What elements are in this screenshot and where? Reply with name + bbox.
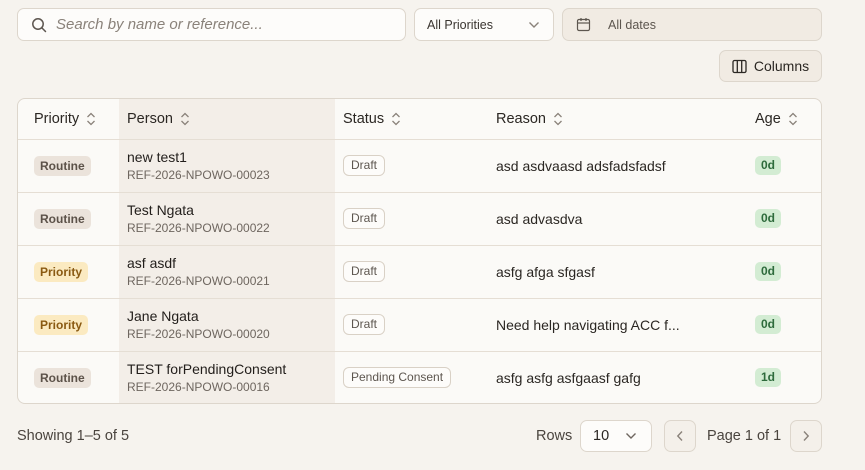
table-row[interactable]: Routine new test1 REF-2026-NPOWO-00023 Dr… — [18, 139, 821, 193]
age-badge: 1d — [755, 368, 782, 388]
person-cell: Test Ngata REF-2026-NPOWO-00022 — [119, 192, 335, 246]
filter-bar: All Priorities All dates — [17, 8, 822, 42]
calendar-icon — [576, 18, 591, 32]
person-cell: new test1 REF-2026-NPOWO-00023 — [119, 139, 335, 193]
age-badge: 0d — [755, 262, 782, 281]
header-status[interactable]: Status — [335, 99, 488, 140]
age-cell: 1d — [741, 351, 821, 403]
header-person[interactable]: Person — [119, 99, 335, 140]
status-cell: Draft — [335, 298, 488, 352]
person-reference: REF-2026-NPOWO-00021 — [127, 273, 270, 288]
header-reason[interactable]: Reason — [488, 99, 741, 140]
person-reference: REF-2026-NPOWO-00023 — [127, 167, 270, 182]
table-header-row: Priority Person Status Reason Age — [18, 99, 821, 140]
age-cell: 0d — [741, 298, 821, 352]
status-badge: Draft — [343, 155, 386, 176]
age-badge: 0d — [755, 156, 782, 175]
sort-icon — [180, 112, 189, 126]
sort-icon — [788, 112, 797, 126]
rows-per-page-value: 10 — [593, 428, 610, 444]
status-badge: Draft — [343, 314, 386, 335]
chevron-down-icon — [626, 433, 636, 439]
priority-filter-value: All Priorities — [427, 17, 493, 32]
reason-cell: asd asdvaasd adsfadsfadsf — [488, 139, 741, 193]
chevron-right-icon — [803, 431, 810, 441]
header-status-label: Status — [343, 110, 385, 127]
header-age-label: Age — [755, 110, 781, 127]
previous-page-button[interactable] — [664, 420, 696, 452]
person-name: asf asdf — [127, 254, 177, 271]
reason-cell: Need help navigating ACC f... — [488, 298, 741, 352]
age-badge: 0d — [755, 209, 782, 228]
reason-cell: asfg asfg asfgaasf gafg — [496, 369, 641, 386]
status-badge: Draft — [343, 261, 386, 282]
person-reference: REF-2026-NPOWO-00020 — [127, 326, 270, 341]
showing-count: Showing 1–5 of 5 — [17, 428, 130, 444]
columns-icon — [732, 59, 747, 73]
search-icon — [32, 17, 47, 32]
table-row[interactable]: Priority asf asdf REF-2026-NPOWO-00021 Dr… — [18, 245, 821, 299]
priority-badge: Priority — [34, 261, 89, 282]
header-person-label: Person — [127, 110, 173, 127]
referrals-table: Priority Person Status Reason Age Routin… — [17, 98, 822, 404]
person-reference: REF-2026-NPOWO-00016 — [127, 379, 270, 394]
header-age[interactable]: Age — [741, 99, 821, 140]
chevron-left-icon — [676, 431, 683, 441]
person-name: new test1 — [127, 148, 187, 165]
priority-cell: Priority — [18, 245, 119, 299]
age-badge: 0d — [755, 315, 782, 334]
status-cell: Draft — [335, 139, 488, 193]
status-badge: Pending Consent — [343, 367, 452, 389]
rows-per-page-select[interactable]: 10 — [580, 420, 652, 452]
page-indicator: Page 1 of 1 — [707, 428, 782, 444]
priority-badge: Priority — [34, 314, 89, 335]
status-cell: Draft — [335, 245, 488, 299]
header-priority-label: Priority — [34, 110, 80, 127]
priority-filter-select[interactable]: All Priorities — [414, 8, 554, 41]
rows-label: Rows — [536, 428, 573, 444]
person-name: Jane Ngata — [127, 307, 199, 324]
chevron-down-icon — [529, 21, 539, 28]
header-reason-label: Reason — [496, 110, 546, 127]
table-row[interactable]: Routine TEST forPendingConsent REF-2026-N… — [18, 351, 821, 403]
priority-cell: Routine — [18, 351, 119, 403]
priority-badge: Routine — [34, 155, 91, 176]
status-cell: Draft — [335, 192, 488, 246]
priority-cell: Priority — [18, 298, 119, 352]
priority-cell: Routine — [18, 192, 119, 246]
table-row[interactable]: Routine Test Ngata REF-2026-NPOWO-00022 D… — [18, 192, 821, 246]
person-cell: asf asdf REF-2026-NPOWO-00021 — [119, 245, 335, 299]
priority-badge: Routine — [34, 367, 91, 388]
search-input[interactable] — [56, 16, 405, 33]
reason-cell: asfg afga sfgasf — [488, 245, 741, 299]
sort-icon — [554, 112, 562, 126]
priority-cell: Routine — [18, 139, 119, 193]
person-reference: REF-2026-NPOWO-00022 — [127, 220, 270, 235]
sort-icon — [392, 112, 401, 126]
priority-badge: Routine — [34, 208, 91, 229]
person-name: Test Ngata — [127, 201, 194, 218]
person-cell: Jane Ngata REF-2026-NPOWO-00020 — [119, 298, 335, 352]
status-cell: Pending Consent — [335, 351, 488, 403]
columns-button-label: Columns — [753, 58, 810, 74]
date-filter-value: All dates — [608, 17, 656, 32]
sort-icon — [87, 112, 96, 126]
age-cell: 0d — [741, 245, 821, 299]
table-row[interactable]: Priority Jane Ngata REF-2026-NPOWO-00020 … — [18, 298, 821, 352]
status-badge: Draft — [343, 208, 386, 229]
age-cell: 0d — [741, 139, 821, 193]
reason-cell: asd advasdva — [488, 192, 741, 246]
next-page-button[interactable] — [790, 420, 822, 452]
age-cell: 0d — [741, 192, 821, 246]
search-box[interactable] — [17, 8, 406, 41]
pagination-footer: Showing 1–5 of 5 Rows 10 Page 1 of 1 — [17, 420, 822, 452]
header-priority[interactable]: Priority — [18, 99, 119, 140]
date-filter[interactable]: All dates — [562, 8, 822, 41]
person-cell: TEST forPendingConsent REF-2026-NPOWO-000… — [119, 351, 335, 403]
columns-button[interactable]: Columns — [719, 50, 822, 82]
person-name: TEST forPendingConsent — [127, 360, 287, 377]
